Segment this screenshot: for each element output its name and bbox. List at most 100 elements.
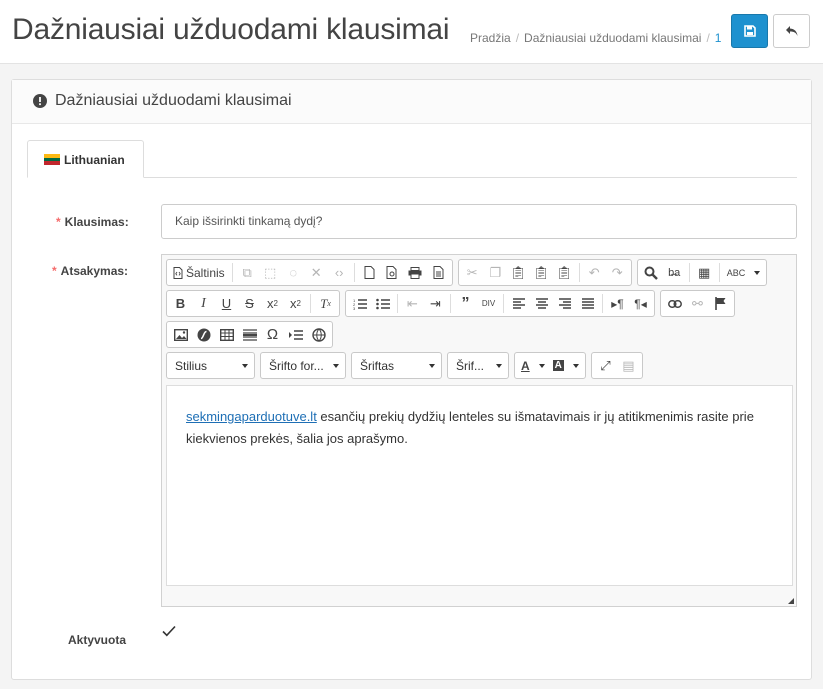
horizontal-rule-icon[interactable] — [239, 324, 260, 345]
reply-icon — [785, 26, 797, 36]
chevron-down-icon — [242, 363, 248, 368]
italic-icon[interactable]: I — [193, 293, 214, 314]
bold-icon[interactable]: B — [170, 293, 191, 314]
back-button[interactable] — [773, 14, 810, 48]
redo-icon[interactable]: ↷ — [607, 262, 628, 283]
content-link[interactable]: sekmingaparduotuve.lt — [186, 409, 317, 424]
faq-panel: Dažniausiai užduodami klausimai Lithuani… — [11, 79, 812, 680]
outdent-icon[interactable]: ⇤ — [402, 293, 423, 314]
align-right-icon[interactable] — [554, 293, 575, 314]
text-color-icon[interactable]: A — [518, 355, 548, 376]
page-header: Dažniausiai užduodami klausimai Pradžia /… — [0, 0, 823, 64]
source-label: Šaltinis — [186, 265, 225, 280]
breadcrumb-current[interactable]: 1 — [715, 31, 722, 45]
text-direction-ltr-icon[interactable]: ▸¶ — [607, 293, 628, 314]
align-left-icon[interactable] — [508, 293, 529, 314]
editor-resize-handle[interactable] — [788, 598, 794, 604]
show-blocks-icon[interactable]: ▤ — [618, 355, 639, 376]
templates-icon[interactable]: ⧉ — [237, 262, 258, 283]
save-icon — [743, 25, 756, 37]
editor-content-area[interactable]: sekmingaparduotuve.lt esančių prekių dyd… — [166, 385, 793, 586]
source-button[interactable]: Šaltinis — [170, 262, 228, 283]
strikethrough-icon[interactable]: S — [239, 293, 260, 314]
exclamation-circle-icon — [33, 94, 47, 108]
font-size-dropdown[interactable]: Šrif... — [447, 352, 509, 379]
select-all-icon[interactable]: ▦ — [694, 262, 715, 283]
styles-dropdown[interactable]: Stilius — [166, 352, 255, 379]
breadcrumb: Pradžia / Dažniausiai užduodami klausimai /… — [470, 31, 722, 45]
find-icon[interactable] — [641, 262, 662, 283]
paste-text-icon[interactable]: 📋︎ — [531, 262, 552, 283]
comment-icon[interactable]: ◌ — [283, 262, 304, 283]
toolbar-group-links: ⚯ — [660, 290, 735, 317]
blockquote-icon[interactable]: ” — [455, 293, 476, 314]
breadcrumb-faq[interactable]: Dažniausiai užduodami klausimai — [524, 31, 701, 45]
align-justify-icon[interactable] — [577, 293, 598, 314]
toolbar-group-insert: Ω — [166, 321, 333, 348]
unlink-icon[interactable]: ⚯ — [687, 293, 708, 314]
new-page-icon[interactable] — [359, 262, 380, 283]
replace-icon[interactable]: b̶a — [664, 262, 685, 283]
flash-icon[interactable] — [193, 324, 214, 345]
page-title: Dažniausiai užduodami klausimai — [12, 13, 450, 46]
font-dropdown[interactable]: Šriftas — [351, 352, 442, 379]
page-break-icon[interactable] — [285, 324, 306, 345]
toolbar-group-basicstyles: B I U S x2 x2 Tx — [166, 290, 340, 317]
superscript-icon[interactable]: x2 — [285, 293, 306, 314]
background-color-icon[interactable]: A — [550, 355, 582, 376]
source-icon — [173, 266, 183, 279]
chevron-down-icon — [496, 363, 502, 368]
remove-comment-icon[interactable]: ✕ — [306, 262, 327, 283]
code-icon[interactable]: ‹› — [329, 262, 350, 283]
div-container-icon[interactable]: ⬚ — [260, 262, 281, 283]
maximize-icon[interactable]: ⤢ — [595, 355, 616, 376]
numbered-list-icon[interactable]: 123 — [349, 293, 370, 314]
special-char-icon[interactable]: Ω — [262, 324, 283, 345]
subscript-icon[interactable]: x2 — [262, 293, 283, 314]
chevron-down-icon — [429, 363, 435, 368]
iframe-globe-icon[interactable] — [308, 324, 329, 345]
save-button[interactable] — [731, 14, 768, 48]
cut-icon[interactable]: ✂ — [462, 262, 483, 283]
question-input[interactable]: Kaip išsirinkti tinkamą dydį? — [161, 204, 797, 239]
breadcrumb-home[interactable]: Pradžia — [470, 31, 511, 45]
undo-icon[interactable]: ↶ — [584, 262, 605, 283]
active-checkbox[interactable] — [161, 623, 177, 639]
panel-heading: Dažniausiai užduodami klausimai — [12, 80, 811, 124]
tab-lithuanian[interactable]: Lithuanian — [27, 140, 144, 178]
spellcheck-icon[interactable]: ABC — [724, 262, 764, 283]
toolbar-row-2: B I U S x2 x2 Tx 123 ⇤ ⇥ ” DIV ▸¶ ¶◂ ⚯ — [166, 290, 735, 317]
image-icon[interactable] — [170, 324, 191, 345]
toolbar-group-find: b̶a ▦ ABC — [636, 259, 768, 286]
link-icon[interactable] — [664, 293, 685, 314]
toolbar-group-clipboard: ✂ ❐ 📋︎ 📋︎ 📋︎ ↶ ↷ — [457, 259, 632, 286]
remove-format-icon[interactable]: Tx — [315, 293, 336, 314]
active-label: Aktyvuota — [68, 633, 127, 647]
question-label: * Klausimas: — [56, 215, 129, 229]
format-dropdown[interactable]: Šrifto for... — [260, 352, 346, 379]
underline-icon[interactable]: U — [216, 293, 237, 314]
text-direction-rtl-icon[interactable]: ¶◂ — [630, 293, 651, 314]
copy-icon[interactable]: ❐ — [485, 262, 506, 283]
lithuania-flag-icon — [44, 154, 60, 165]
paste-word-icon[interactable]: 📋︎ — [554, 262, 575, 283]
toolbar-group-tools: ⤢ ▤ — [590, 352, 643, 379]
document-icon[interactable] — [428, 262, 449, 283]
print-icon[interactable] — [405, 262, 426, 283]
rich-text-editor: Šaltinis ⧉ ⬚ ◌ ✕ ‹› ✂ ❐ 📋︎ 📋︎ 📋︎ ↶ ↷ b̶a… — [161, 254, 797, 607]
preview-icon[interactable] — [382, 262, 403, 283]
toolbar-group-document: Šaltinis ⧉ ⬚ ◌ ✕ ‹› — [166, 259, 453, 286]
create-div-icon[interactable]: DIV — [478, 293, 499, 314]
svg-text:3: 3 — [353, 306, 356, 310]
paste-icon[interactable]: 📋︎ — [508, 262, 529, 283]
table-icon[interactable] — [216, 324, 237, 345]
answer-label: * Atsakymas: — [52, 264, 129, 278]
anchor-flag-icon[interactable] — [710, 293, 731, 314]
bulleted-list-icon[interactable] — [372, 293, 393, 314]
toolbar-row-1: Šaltinis ⧉ ⬚ ◌ ✕ ‹› ✂ ❐ 📋︎ 📋︎ 📋︎ ↶ ↷ b̶a… — [166, 259, 768, 286]
align-center-icon[interactable] — [531, 293, 552, 314]
toolbar-row-4: Stilius Šrifto for... Šriftas Šrif... A … — [166, 352, 643, 379]
toolbar-group-paragraph: 123 ⇤ ⇥ ” DIV ▸¶ ¶◂ — [345, 290, 655, 317]
indent-icon[interactable]: ⇥ — [425, 293, 446, 314]
editor-content-text: sekmingaparduotuve.lt esančių prekių dyd… — [186, 406, 776, 450]
